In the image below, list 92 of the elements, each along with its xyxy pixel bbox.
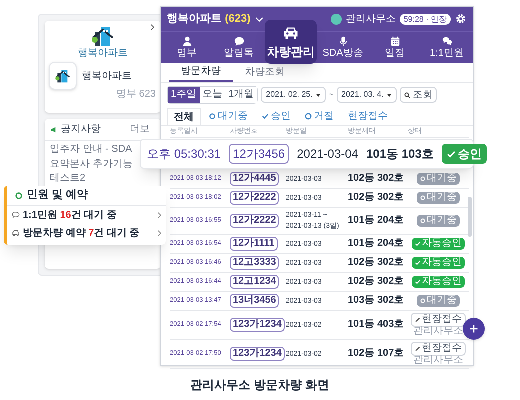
pending-count-text[interactable]: 1:1민원 16건 대기 중 <box>23 208 117 222</box>
table-cell-text: 102동 302호 <box>348 277 406 287</box>
complex-name: 행복아파트 <box>82 70 132 84</box>
building-logo-icon <box>54 68 72 84</box>
member-count: 명부 623 <box>116 90 157 100</box>
nav-tab[interactable]: 차량관리 <box>265 20 317 64</box>
search-icon <box>404 92 411 98</box>
license-plate: 12가4445 <box>230 172 280 186</box>
chevron-right-icon <box>156 212 163 218</box>
range-separator: ~ <box>328 89 334 101</box>
nav-tab[interactable]: SDA방송 <box>317 32 369 63</box>
notice-item[interactable]: 요약본사 추가기능 <box>50 158 133 171</box>
license-plate: 12가3456 <box>229 144 290 164</box>
license-plate: 12가2222 <box>230 191 280 205</box>
notice-item[interactable]: 테스트2 <box>50 173 86 186</box>
nav-tab[interactable]: 일정 <box>369 32 421 63</box>
status-badge: 자동승인 <box>412 257 465 269</box>
car-icon <box>12 229 20 237</box>
status-tab[interactable]: 전체 <box>167 108 201 125</box>
chevron-right-icon <box>149 24 156 31</box>
status-circle-icon <box>15 192 23 200</box>
nav-tab[interactable]: 알림톡 <box>213 32 265 63</box>
status-badge: 현장접수 <box>411 342 466 356</box>
status-badge: 대기중 <box>417 192 460 204</box>
session-timer[interactable]: 59:28 · 연장 <box>400 14 451 24</box>
table-cell-text: 101동 204호 <box>348 239 406 249</box>
license-plate: 12고1234 <box>230 275 280 289</box>
notice-title: 공지사항 <box>61 123 101 137</box>
status-badge: 대기중 <box>417 173 460 185</box>
status-badge: 자동승인 <box>412 276 465 288</box>
pending-count-text[interactable]: 방문차량 예약 7건 대기 중 <box>23 226 140 240</box>
megaphone-icon <box>50 126 58 134</box>
license-plate: 12가1111 <box>230 237 278 251</box>
microphone-icon <box>338 36 348 47</box>
license-plate: 12고3333 <box>230 256 280 270</box>
dropdown-caret-icon <box>386 92 392 98</box>
dropdown-caret-icon <box>316 92 321 98</box>
license-plate: 123가1234 <box>230 318 285 332</box>
complex-title: 행복아파트 (623) <box>167 12 251 27</box>
table-cell-text: 102동 302호 <box>348 258 406 268</box>
table-cell-text: 102동 302호 <box>348 174 406 184</box>
check-icon <box>415 260 421 266</box>
user-name: 관리사무소 <box>346 12 396 26</box>
license-plate: 123가1234 <box>230 347 285 361</box>
chevron-right-icon <box>156 230 163 236</box>
check-icon <box>262 113 269 120</box>
caption: 관리사무소 방문차량 화면 <box>190 377 330 394</box>
status-badge: 대기중 <box>417 295 460 307</box>
visit-date: 2021-03-04 <box>297 146 358 163</box>
status-tab[interactable]: 거절 <box>299 108 340 125</box>
settings-icon <box>455 13 467 25</box>
status-tab[interactable]: 대기중 <box>203 108 254 125</box>
status-tab[interactable]: 승인 <box>256 108 297 125</box>
sub-tab[interactable]: 차량조회 <box>233 63 297 82</box>
logo-text: 행복아파트 <box>78 49 128 59</box>
edit-icon <box>415 346 421 352</box>
status-author: 관리사무소 <box>414 356 464 366</box>
status-badge: 자동승인 <box>412 238 465 250</box>
card-title: 민원 및 예약 <box>27 188 88 204</box>
plus-icon <box>469 324 479 334</box>
table-cell-text: 102동 302호 <box>348 193 406 203</box>
sub-tab[interactable]: 방문차량 <box>169 63 233 82</box>
speech-bubble-icon <box>234 36 244 47</box>
check-icon <box>415 279 421 285</box>
check-icon <box>415 241 421 247</box>
period-button[interactable]: 1주일 <box>168 87 200 103</box>
license-plate: 12가2222 <box>230 214 280 228</box>
avatar <box>330 14 342 24</box>
calendar-icon <box>390 36 400 47</box>
table-cell-text: 101동 204호 <box>348 216 406 226</box>
table-cell-text: 103동 302호 <box>348 296 406 306</box>
notice-item[interactable]: 입주자 안내 - SDA <box>50 144 132 156</box>
more-link[interactable]: 더보 <box>130 122 150 137</box>
visit-unit: 101동 103호 <box>366 146 434 163</box>
status-badge: 현장접수 <box>411 313 466 327</box>
status-author: 관리사무소 <box>414 327 464 337</box>
license-plate: 13너3456 <box>230 294 280 308</box>
speech-bubbles-icon <box>442 36 452 47</box>
date-dropdown[interactable]: 2021. 02. 25. <box>261 87 326 103</box>
search-button[interactable]: 조회 <box>400 87 437 103</box>
person-icon <box>182 36 192 47</box>
table-cell-text: 101동 403호 <box>348 320 406 330</box>
table-cell-text: 102동 107호 <box>348 349 406 359</box>
edit-icon <box>415 317 421 323</box>
nav-tab[interactable]: 1:1민원 <box>421 32 473 63</box>
nav-tab[interactable]: 명부 <box>161 32 213 63</box>
date-dropdown[interactable]: 2021. 03. 4. <box>336 87 397 103</box>
check-icon <box>446 150 456 158</box>
speech-bubble-icon <box>12 211 20 219</box>
request-time: 오후 05:30:31 <box>147 146 222 163</box>
status-tab[interactable]: 현장접수 <box>342 108 394 125</box>
status-badge: 대기중 <box>417 215 460 227</box>
